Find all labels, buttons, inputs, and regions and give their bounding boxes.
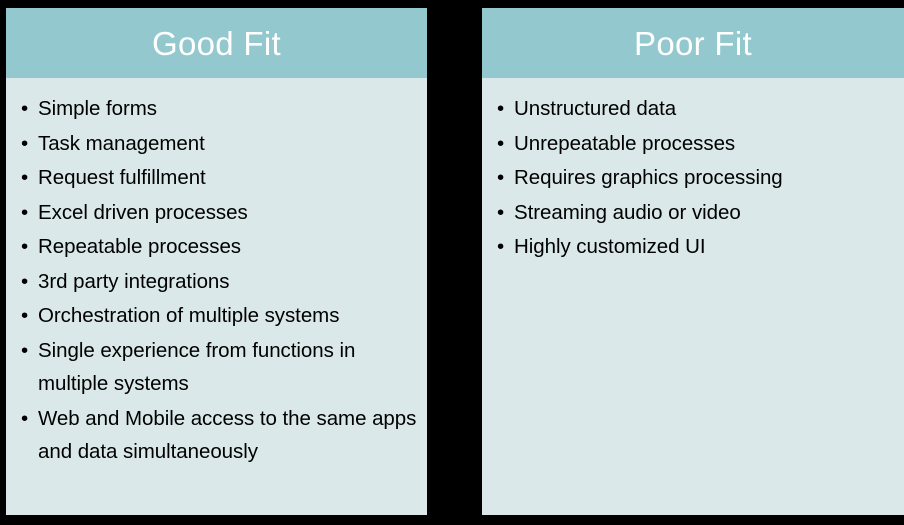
list-item-label: Repeatable processes (38, 235, 241, 258)
poor-fit-header: Poor Fit (482, 8, 904, 78)
list-item-label: Orchestration of multiple systems (38, 304, 340, 327)
list-item: • Requires graphics processing (492, 161, 894, 195)
list-item-label: Single experience from functions in mult… (38, 338, 356, 396)
good-fit-body: • Simple forms • Task management • Request fu… (6, 78, 427, 515)
list-item: • Excel driven processes (16, 196, 417, 230)
list-item-label: Web and Mobile access to the same apps a… (38, 406, 417, 464)
list-item-label: 3rd party integrations (38, 269, 230, 293)
list-item-label: Requires graphics processing (514, 166, 783, 189)
list-item: • Task management (16, 127, 417, 161)
list-item: • 3rd party integrations (16, 265, 417, 299)
list-item-label: Streaming audio or video (514, 200, 741, 224)
poor-fit-panel: Poor Fit • Unstructured data • Unrepeatable… (482, 8, 904, 515)
list-item: • Highly customized UI (492, 230, 894, 264)
good-fit-header: Good Fit (6, 8, 427, 78)
list-item: • Streaming audio or video (492, 196, 894, 230)
good-fit-list: • Simple forms • Task management • Request fu… (16, 92, 417, 469)
bullet-dot-icon: • (21, 304, 29, 327)
bullet-dot-icon: • (21, 406, 29, 430)
list-item: • Orchestration of multiple systems (16, 299, 417, 333)
list-item-label: Request fulfillment (38, 166, 206, 189)
list-item: • Web and Mobile access to the same apps … (16, 402, 417, 469)
list-item-label: Highly customized UI (514, 235, 706, 258)
bullet-dot-icon: • (21, 166, 29, 189)
bullet-dot-icon: • (497, 166, 505, 189)
list-item-label: Unrepeatable processes (514, 131, 736, 155)
list-item-label: Unstructured data (514, 97, 677, 120)
bullet-dot-icon: • (21, 269, 29, 293)
bullet-dot-icon: • (497, 200, 505, 224)
list-item: • Simple forms (16, 92, 417, 126)
poor-fit-body: • Unstructured data • Unrepeatable processe… (482, 78, 904, 515)
bullet-dot-icon: • (21, 338, 29, 362)
comparison-board: Good Fit • Simple forms • Task management • R… (0, 0, 904, 525)
bullet-dot-icon: • (21, 235, 29, 258)
list-item: • Unstructured data (492, 92, 894, 126)
good-fit-panel: Good Fit • Simple forms • Task management • R… (6, 8, 427, 515)
list-item-label: Simple forms (38, 97, 158, 120)
bullet-dot-icon: • (21, 131, 29, 155)
bullet-dot-icon: • (497, 97, 505, 120)
list-item-label: Task management (38, 131, 205, 155)
list-item: • Single experience from functions in mul… (16, 334, 417, 401)
poor-fit-list: • Unstructured data • Unrepeatable processe… (492, 92, 894, 264)
bullet-dot-icon: • (497, 131, 505, 155)
list-item-label: Excel driven processes (38, 200, 248, 224)
bullet-dot-icon: • (21, 200, 29, 224)
list-item: • Repeatable processes (16, 230, 417, 264)
bullet-dot-icon: • (497, 235, 505, 258)
list-item: • Request fulfillment (16, 161, 417, 195)
bullet-dot-icon: • (21, 97, 29, 120)
list-item: • Unrepeatable processes (492, 127, 894, 161)
